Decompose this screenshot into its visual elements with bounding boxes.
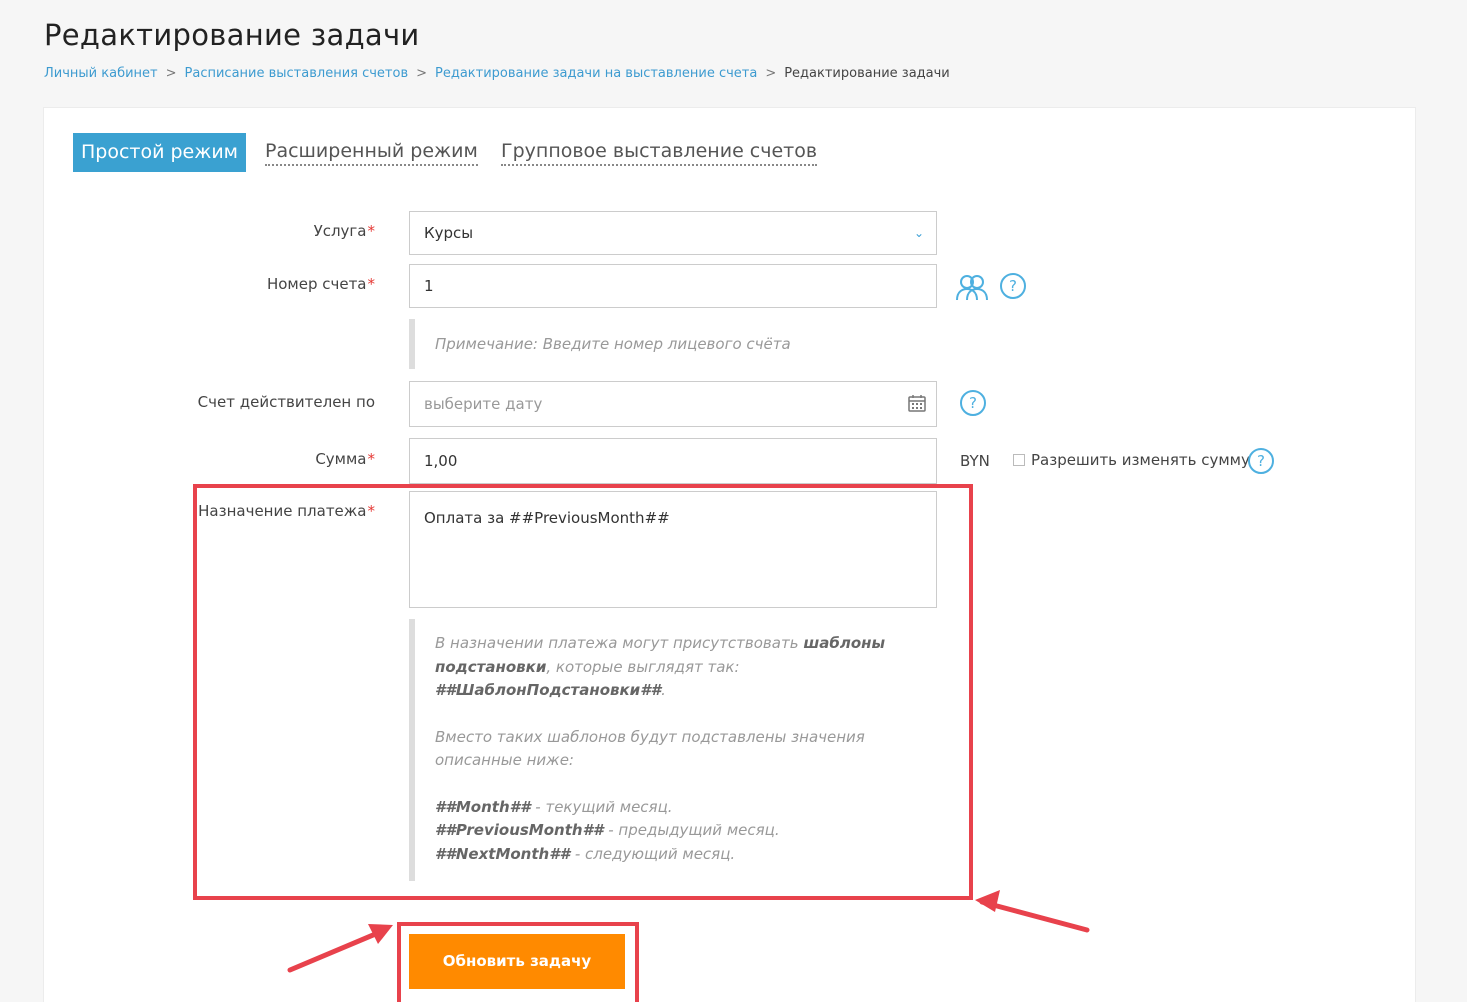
- tab-group-invoicing[interactable]: Групповое выставление счетов: [501, 133, 818, 166]
- service-label-text: Услуга: [313, 222, 367, 240]
- update-task-button[interactable]: Обновить задачу: [409, 934, 625, 989]
- amount-label: Сумма*: [315, 450, 375, 468]
- amount-input[interactable]: 1,00: [409, 438, 937, 484]
- account-label: Номер счета*: [267, 275, 375, 293]
- required-mark: *: [367, 222, 376, 240]
- amount-value: 1,00: [424, 452, 458, 470]
- required-mark: *: [367, 275, 376, 293]
- service-select[interactable]: Курсы ⌄: [409, 211, 937, 255]
- breadcrumb-link-cabinet[interactable]: Личный кабинет: [44, 66, 158, 81]
- users-icon[interactable]: [955, 272, 989, 302]
- calendar-icon[interactable]: [908, 394, 926, 412]
- required-mark: *: [367, 450, 376, 468]
- account-number-input[interactable]: 1: [409, 264, 937, 308]
- account-number-value: 1: [424, 277, 434, 295]
- help-question-icon[interactable]: ?: [1248, 448, 1274, 474]
- allow-change-amount-label[interactable]: Разрешить изменять сумму: [1031, 451, 1250, 469]
- valid-until-placeholder: выберите дату: [424, 395, 543, 413]
- allow-change-amount-checkbox[interactable]: [1013, 454, 1025, 466]
- breadcrumb: Личный кабинет > Расписание выставления сч…: [44, 66, 950, 81]
- breadcrumb-separator: >: [765, 66, 777, 81]
- help-question-icon[interactable]: ?: [1000, 273, 1026, 299]
- valid-until-date-input[interactable]: выберите дату: [409, 381, 937, 427]
- breadcrumb-separator: >: [165, 66, 177, 81]
- tab-advanced-mode[interactable]: Расширенный режим: [265, 133, 478, 166]
- service-select-value: Курсы: [424, 224, 474, 242]
- valid-until-label: Счет действителен по: [197, 393, 375, 411]
- tab-simple-mode[interactable]: Простой режим: [73, 133, 246, 172]
- breadcrumb-link-edit-invoice-task[interactable]: Редактирование задачи на выставление сче…: [435, 66, 757, 81]
- breadcrumb-link-schedule[interactable]: Расписание выставления счетов: [185, 66, 409, 81]
- chevron-down-icon: ⌄: [913, 226, 924, 240]
- help-question-icon[interactable]: ?: [960, 390, 986, 416]
- amount-label-text: Сумма: [315, 450, 367, 468]
- page-title: Редактирование задачи: [44, 18, 420, 52]
- service-label: Услуга*: [314, 222, 375, 240]
- annotation-highlight-purpose: [193, 484, 973, 900]
- breadcrumb-current: Редактирование задачи: [784, 66, 950, 81]
- account-note: Примечание: Введите номер лицевого счёта: [409, 319, 791, 369]
- account-label-text: Номер счета: [266, 275, 367, 293]
- currency-label: BYN: [960, 452, 990, 470]
- breadcrumb-separator: >: [416, 66, 428, 81]
